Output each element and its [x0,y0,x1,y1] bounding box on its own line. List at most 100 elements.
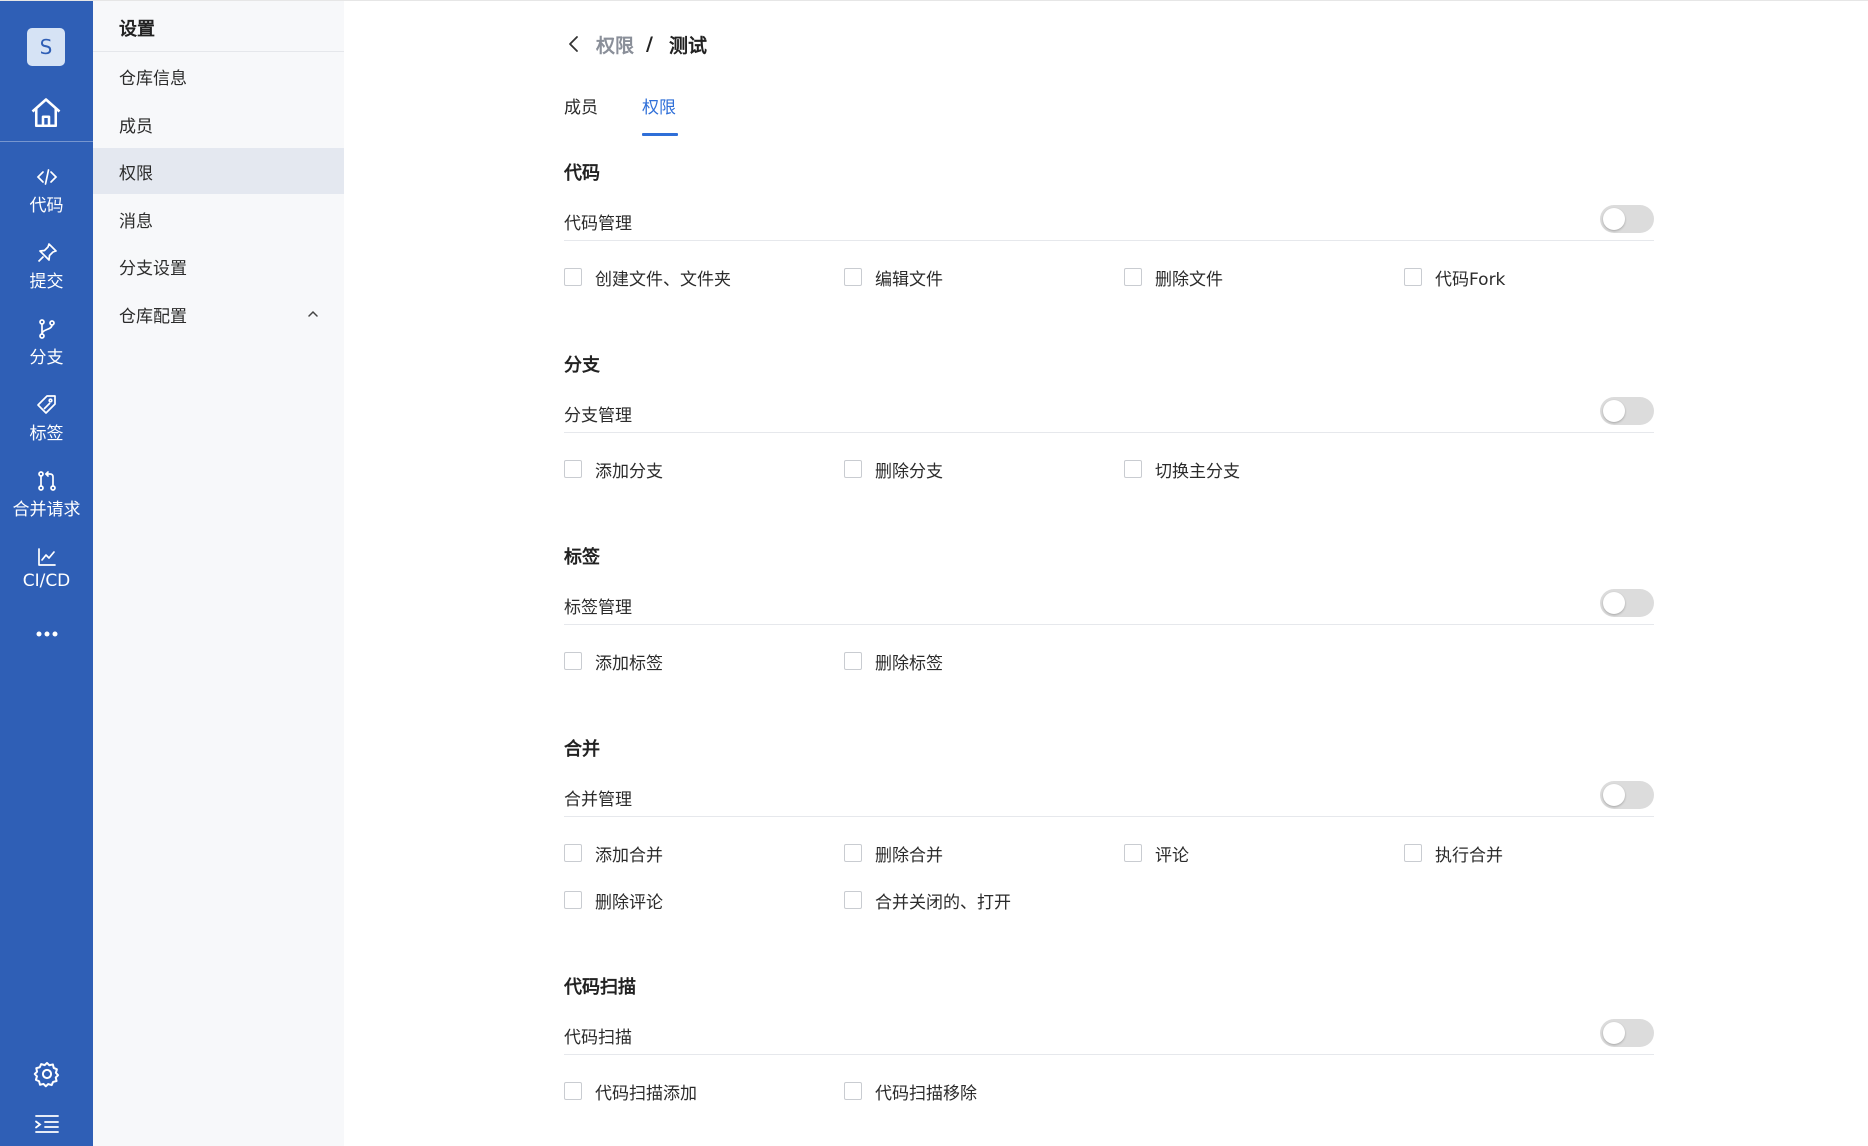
permission-checkbox[interactable]: 删除文件 [1124,263,1223,291]
toggle-knob [1603,208,1625,230]
permission-checkbox[interactable]: 代码扫描添加 [564,1077,697,1105]
sidebar-item-label: 成员 [119,116,153,137]
manage-row: 分支管理 [564,395,1654,433]
checkbox-label: 切换主分支 [1155,461,1240,482]
permission-checkbox[interactable]: 合并关闭的、打开 [844,886,1011,914]
section-title: 标签 [564,547,600,568]
permission-checkbox[interactable]: 编辑文件 [844,263,943,291]
checkbox-label: 删除合并 [875,845,943,866]
checkbox-label: 代码扫描添加 [595,1083,697,1104]
back-arrow-icon[interactable] [564,34,584,54]
breadcrumb-separator: / [646,33,653,55]
checkbox-label: 添加分支 [595,461,663,482]
sidebar-item-messages[interactable]: 消息 [93,196,344,242]
checkbox-box[interactable] [1124,460,1142,478]
manage-toggle[interactable] [1600,589,1654,617]
menu-collapse-icon[interactable] [33,1112,61,1136]
permission-checkbox[interactable]: 添加标签 [564,647,663,675]
manage-label: 标签管理 [564,598,632,618]
sidebar-item-label: 仓库配置 [119,306,187,327]
permission-checkbox[interactable]: 添加合并 [564,839,663,867]
rail-item-label: CI/CD [22,571,71,591]
checkbox-label: 评论 [1155,845,1189,866]
active-tab-indicator [642,133,678,136]
permission-checkbox[interactable]: 创建文件、文件夹 [564,263,731,291]
sidebar-item-repo-info[interactable]: 仓库信息 [93,53,344,99]
permission-checkbox[interactable]: 删除合并 [844,839,943,867]
manage-toggle[interactable] [1600,397,1654,425]
checkbox-box[interactable] [564,844,582,862]
permission-checkbox[interactable]: 代码Fork [1404,263,1505,291]
code-icon [36,169,57,185]
rail-item-branch[interactable]: 分支 [0,317,93,377]
checkbox-label: 删除文件 [1155,269,1223,290]
more-icon[interactable] [34,629,60,639]
sidebar-item-permissions[interactable]: 权限 [93,148,344,194]
chevron-up-icon[interactable] [306,307,320,321]
checkbox-box[interactable] [564,652,582,670]
tab-permissions[interactable]: 权限 [642,93,676,118]
sidebar-item-label: 消息 [119,211,153,232]
checkbox-box[interactable] [844,268,862,286]
sidebar-item-repo-config[interactable]: 仓库配置 [93,291,344,337]
permission-checkbox[interactable]: 切换主分支 [1124,455,1240,483]
rail-item-commit[interactable]: 提交 [0,241,93,301]
rail-item-code[interactable]: 代码 [0,165,93,225]
checkbox-box[interactable] [844,891,862,909]
rail-item-tag[interactable]: 标签 [0,393,93,453]
rail-item-label: 分支 [29,348,64,368]
manage-row: 标签管理 [564,587,1654,625]
checkbox-box[interactable] [1124,268,1142,286]
section-title: 代码 [564,163,600,184]
tag-icon [36,395,56,414]
permission-checkbox[interactable]: 删除标签 [844,647,943,675]
checkbox-box[interactable] [1124,844,1142,862]
manage-label: 代码管理 [564,214,632,234]
permission-checkbox[interactable]: 执行合并 [1404,839,1503,867]
checkbox-box[interactable] [844,460,862,478]
permission-checkbox[interactable]: 删除分支 [844,455,943,483]
checkbox-box[interactable] [564,460,582,478]
checkbox-box[interactable] [564,1082,582,1100]
checkbox-box[interactable] [1404,268,1422,286]
breadcrumb: 权限 / 测试 [564,29,707,59]
sidebar-item-members[interactable]: 成员 [93,101,344,147]
permission-section-tag: 标签标签管理添加标签 删除标签 [564,543,1654,677]
checkbox-label: 创建文件、文件夹 [595,269,731,290]
gear-icon[interactable] [33,1060,61,1088]
permission-section-code: 代码代码管理创建文件、文件夹 编辑文件 删除文件 代码Fork [564,159,1654,293]
avatar[interactable]: S [27,28,65,66]
checkbox-label: 合并关闭的、打开 [875,892,1011,913]
home-icon[interactable] [28,95,64,131]
tab-members[interactable]: 成员 [564,93,598,118]
checkbox-label: 执行合并 [1435,845,1503,866]
checkbox-label: 编辑文件 [875,269,943,290]
sidebar-item-label: 仓库信息 [119,68,187,89]
permission-checkbox[interactable]: 评论 [1124,839,1189,867]
sidebar-item-branch-settings[interactable]: 分支设置 [93,243,344,289]
breadcrumb-current: 测试 [668,34,707,57]
rail-item-label: 合并请求 [12,500,81,520]
section-title: 代码扫描 [564,977,636,998]
permission-checkbox[interactable]: 删除评论 [564,886,663,914]
manage-label: 合并管理 [564,790,632,810]
checkbox-box[interactable] [564,268,582,286]
breadcrumb-parent-link[interactable]: 权限 [596,31,634,58]
checkbox-box[interactable] [1404,844,1422,862]
manage-toggle[interactable] [1600,205,1654,233]
permission-checkbox[interactable]: 添加分支 [564,455,663,483]
permission-checkbox[interactable]: 代码扫描移除 [844,1077,977,1105]
checkbox-box[interactable] [844,652,862,670]
checkbox-box[interactable] [844,844,862,862]
main-content: 权限 / 测试 成员 权限 代码代码管理创建文件、文件夹 编辑文件 删除文件 代码Fo… [344,1,1868,1146]
manage-toggle[interactable] [1600,1019,1654,1047]
branch-icon [38,319,55,339]
rail-item-merge-request[interactable]: 合并请求 [0,469,93,529]
checkbox-box[interactable] [844,1082,862,1100]
checkbox-box[interactable] [564,891,582,909]
rail-item-cicd[interactable]: CI/CD [0,545,93,605]
rail-item-label: 标签 [29,424,64,444]
manage-row: 合并管理 [564,779,1654,817]
toggle-knob [1603,1022,1625,1044]
manage-toggle[interactable] [1600,781,1654,809]
